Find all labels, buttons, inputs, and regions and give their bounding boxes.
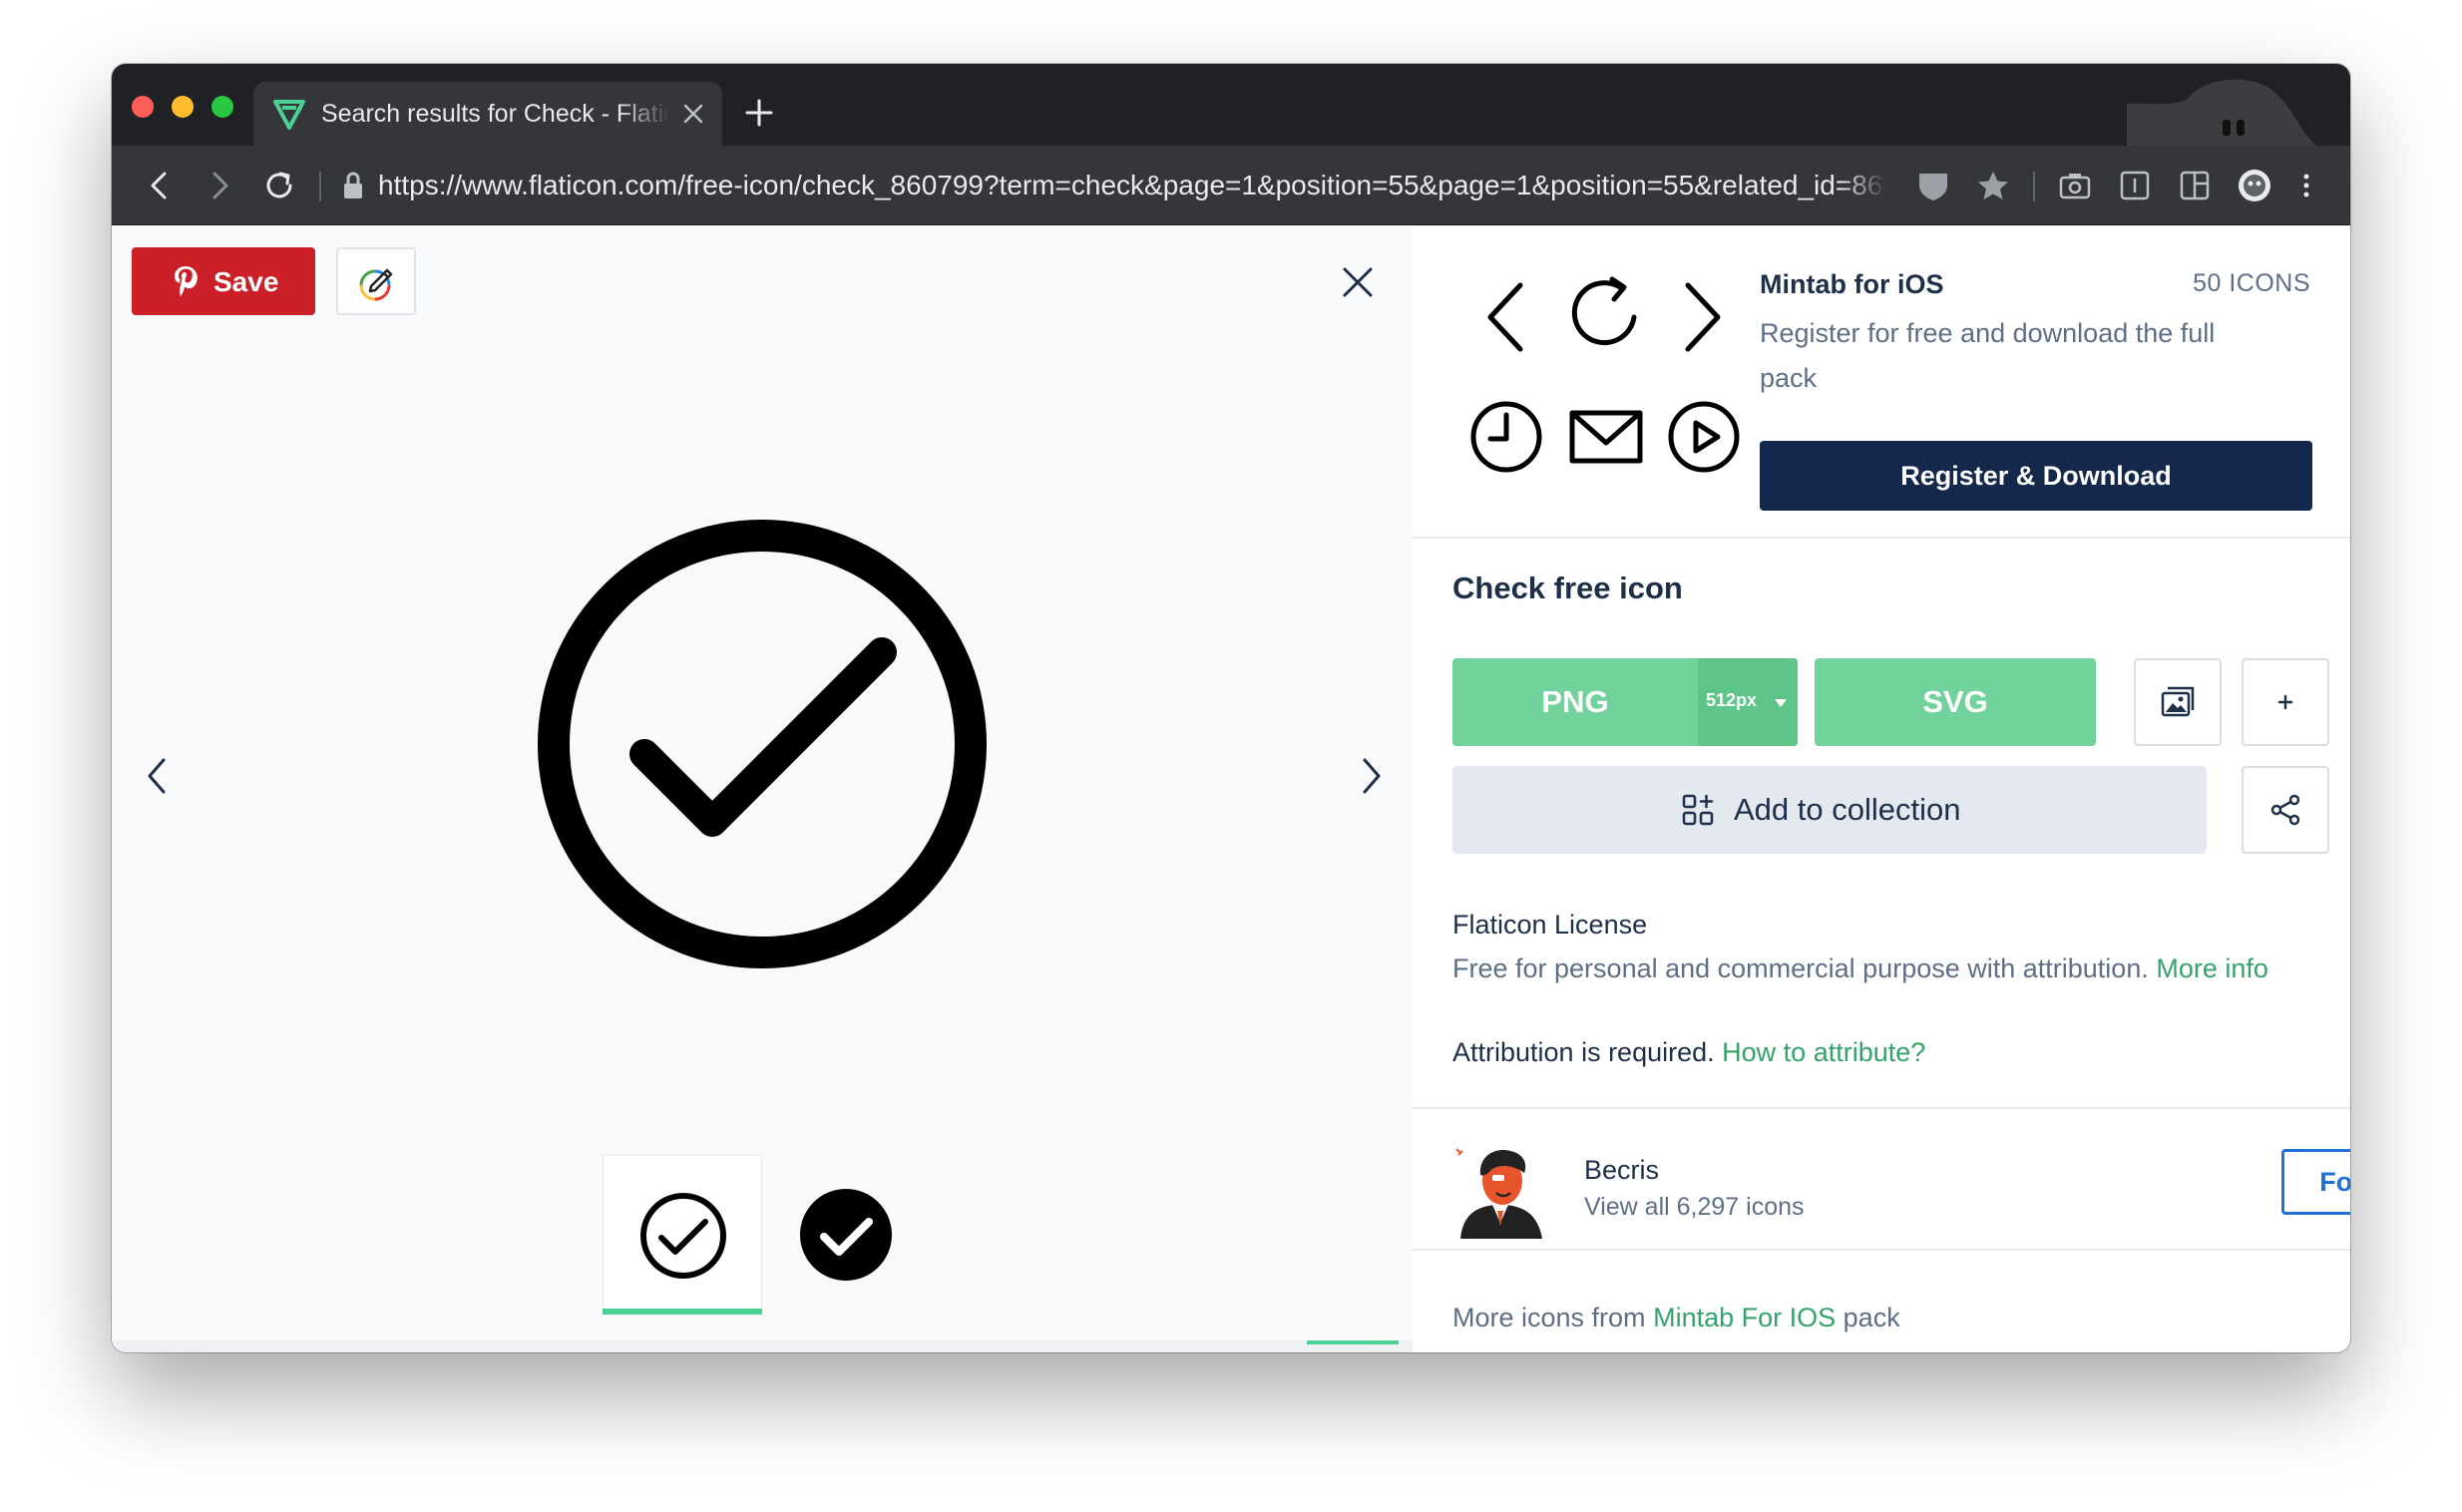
toolbar-separator bbox=[2033, 172, 2035, 201]
add-to-collection-label: Add to collection bbox=[1734, 792, 1961, 827]
icon-detail-panel: Mintab for iOS 50 ICONS Register for fre… bbox=[1413, 225, 2350, 1352]
author-name[interactable]: Becris bbox=[1584, 1155, 1659, 1186]
edit-icon-button[interactable] bbox=[336, 247, 416, 315]
incognito-profile-icon bbox=[2127, 79, 2316, 146]
collection-grid-plus-icon bbox=[1682, 794, 1714, 826]
plus-icon bbox=[2277, 694, 2293, 710]
bookmark-star-icon[interactable] bbox=[1975, 168, 2011, 203]
split-view-extension-icon[interactable] bbox=[2177, 168, 2213, 203]
close-tab-icon[interactable] bbox=[680, 101, 706, 127]
pack-link[interactable]: Mintab For IOS bbox=[1653, 1303, 1836, 1332]
pack-icon-count: 50 ICONS bbox=[2193, 269, 2310, 297]
browser-toolbar: https://www.flaticon.com/free-icon/check… bbox=[112, 146, 2350, 225]
minimize-window-button[interactable] bbox=[172, 96, 194, 118]
png-size-label: 512px bbox=[1706, 690, 1758, 710]
add-plus-button[interactable] bbox=[2242, 658, 2329, 746]
icon-title: Check free icon bbox=[1452, 570, 1683, 605]
close-preview-icon[interactable] bbox=[1341, 265, 1375, 299]
more-menu-icon[interactable] bbox=[2296, 168, 2316, 203]
variant-outline-thumbnail[interactable] bbox=[603, 1155, 762, 1315]
section-divider bbox=[1413, 1107, 2350, 1109]
new-tab-icon[interactable] bbox=[744, 98, 774, 128]
reader-extension-icon[interactable] bbox=[2117, 168, 2153, 203]
camera-extension-icon[interactable] bbox=[2057, 168, 2093, 203]
check-circle-filled-icon[interactable] bbox=[800, 1189, 892, 1281]
tab-title: Search results for Check - Flaticon bbox=[321, 100, 670, 128]
flaticon-favicon-icon bbox=[273, 100, 305, 130]
tab-strip: Search results for Check - Flaticon bbox=[112, 64, 2350, 146]
reload-icon[interactable] bbox=[261, 168, 297, 203]
more-info-link[interactable]: More info bbox=[2156, 953, 2268, 983]
browser-window: Search results for Check - Flaticon http… bbox=[112, 64, 2350, 1352]
register-download-button[interactable]: Register & Download bbox=[1760, 441, 2312, 511]
maximize-window-button[interactable] bbox=[211, 96, 233, 118]
profile-avatar-icon[interactable] bbox=[2237, 168, 2272, 203]
section-divider bbox=[1413, 537, 2350, 539]
icon-preview-panel: Save bbox=[112, 225, 1413, 1352]
follow-button[interactable]: Follow bbox=[2281, 1149, 2350, 1215]
shield-extension-icon[interactable] bbox=[1915, 168, 1951, 203]
attribution-required-text: Attribution is required. bbox=[1452, 1037, 1715, 1067]
pinterest-icon bbox=[175, 266, 198, 296]
pack-refresh-icon bbox=[1571, 276, 1637, 346]
share-icon bbox=[2270, 794, 2300, 826]
author-avatar[interactable] bbox=[1452, 1143, 1550, 1239]
png-label: PNG bbox=[1541, 684, 1609, 719]
image-gallery-icon bbox=[2161, 686, 2195, 717]
scroll-indicator bbox=[1307, 1340, 1399, 1344]
pack-preview-grid[interactable] bbox=[1452, 265, 1772, 505]
license-title: Flaticon License bbox=[1452, 910, 1648, 940]
back-arrow-icon[interactable] bbox=[142, 168, 178, 203]
previous-icon-chevron-left-icon[interactable] bbox=[142, 754, 172, 798]
browser-tab[interactable]: Search results for Check - Flaticon bbox=[253, 82, 722, 146]
preview-bottom-strip bbox=[112, 1340, 1413, 1352]
pack-chevron-right-icon bbox=[1685, 282, 1721, 352]
forward-arrow-icon[interactable] bbox=[202, 168, 237, 203]
caret-down-icon bbox=[1775, 699, 1787, 707]
license-text: Free for personal and commercial purpose… bbox=[1452, 953, 2149, 983]
license-description: Free for personal and commercial purpose… bbox=[1452, 953, 2268, 984]
check-circle-preview-icon bbox=[538, 520, 987, 968]
pack-description: Register for free and download the full … bbox=[1760, 318, 2216, 393]
png-download-button[interactable]: PNG 512px bbox=[1452, 658, 1798, 746]
image-edit-button[interactable] bbox=[2134, 658, 2222, 746]
pack-mail-icon bbox=[1569, 410, 1643, 464]
more-icons-prefix: More icons from bbox=[1452, 1303, 1646, 1332]
toolbar-separator bbox=[319, 172, 321, 201]
how-to-attribute-link[interactable]: How to attribute? bbox=[1722, 1037, 1925, 1067]
pack-play-icon bbox=[1668, 401, 1740, 473]
check-circle-outline-icon bbox=[640, 1193, 726, 1279]
edit-pencil-icon bbox=[359, 268, 393, 301]
more-icons-from-pack: More icons from Mintab For IOS pack bbox=[1452, 1303, 1900, 1333]
pack-chevron-left-icon bbox=[1487, 282, 1523, 352]
close-window-button[interactable] bbox=[132, 96, 154, 118]
lock-icon[interactable] bbox=[339, 168, 367, 203]
share-button[interactable] bbox=[2242, 766, 2329, 854]
page-content: Save Mintab for iOS 50 ICONS Register fo… bbox=[112, 225, 2350, 1352]
next-icon-chevron-right-icon[interactable] bbox=[1357, 754, 1387, 798]
svg-download-button[interactable]: SVG bbox=[1815, 658, 2096, 746]
more-icons-suffix: pack bbox=[1843, 1303, 1900, 1332]
author-icon-count[interactable]: View all 6,297 icons bbox=[1584, 1193, 1805, 1222]
address-bar[interactable]: https://www.flaticon.com/free-icon/check… bbox=[378, 166, 1886, 205]
pinterest-save-button[interactable]: Save bbox=[132, 247, 315, 315]
attribution-notice: Attribution is required. How to attribut… bbox=[1452, 1037, 1925, 1068]
png-size-dropdown[interactable]: 512px bbox=[1698, 658, 1798, 746]
add-to-collection-button[interactable]: Add to collection bbox=[1452, 766, 2207, 854]
pack-clock-icon bbox=[1470, 401, 1542, 473]
section-divider bbox=[1413, 1249, 2350, 1251]
save-button-label: Save bbox=[213, 266, 279, 297]
selected-variant-indicator bbox=[603, 1309, 762, 1315]
pack-title[interactable]: Mintab for iOS bbox=[1760, 269, 1944, 300]
